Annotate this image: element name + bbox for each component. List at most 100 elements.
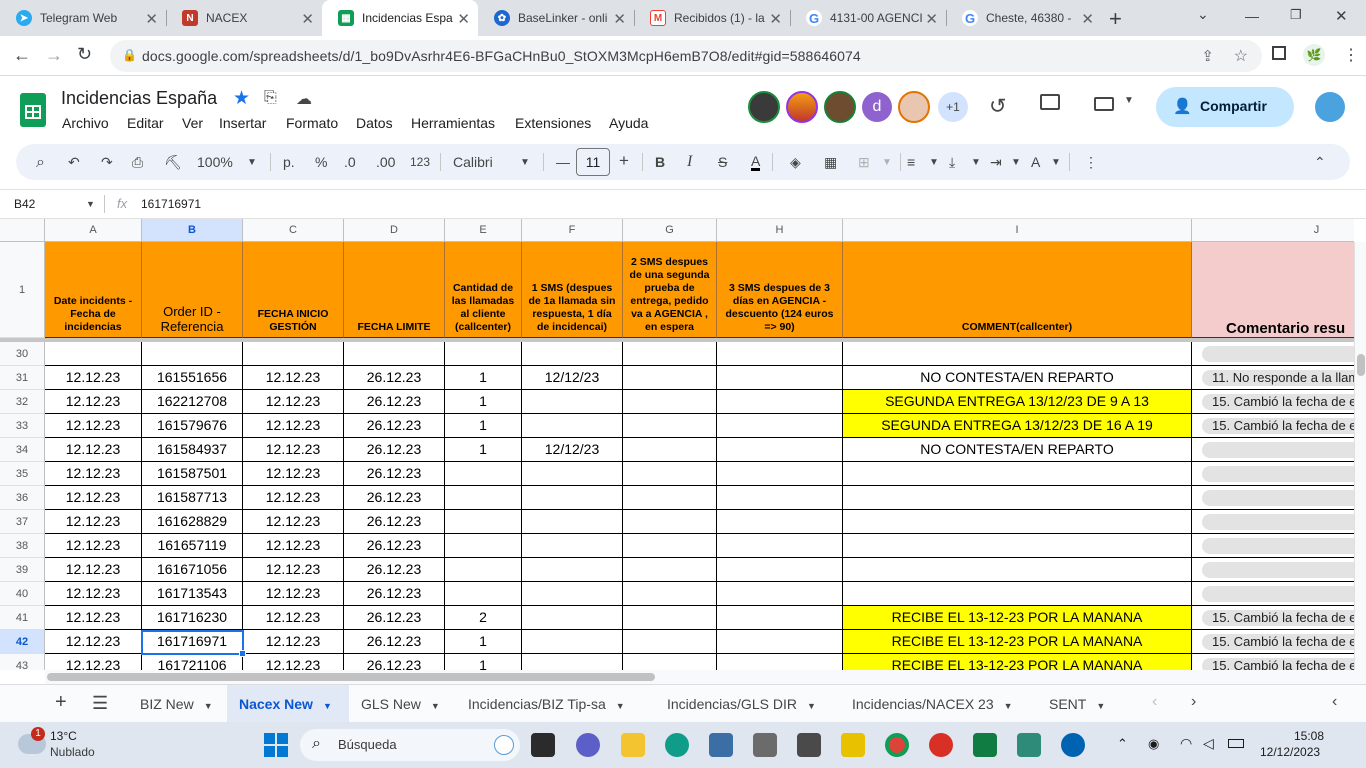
cell-e[interactable] [445, 582, 522, 606]
chevron-down-icon[interactable]: ▼ [431, 701, 440, 711]
status-dropdown-chip[interactable] [1202, 466, 1354, 482]
header-cell-sms-3[interactable]: 3 SMS despues de 3 días en AGENCIA - des… [717, 242, 843, 338]
text-color-button[interactable]: A [751, 154, 761, 171]
cell-c[interactable]: 12.12.23 [243, 654, 344, 670]
close-tab-icon[interactable]: ✕ [301, 10, 314, 28]
text-rotation-icon[interactable]: A [1031, 154, 1040, 170]
cell-f[interactable] [522, 606, 623, 630]
cell-h[interactable] [717, 486, 843, 510]
header-cell-sms-1[interactable]: 1 SMS (despues de 1a llamada sin respues… [522, 242, 623, 338]
borders-icon[interactable]: ▦ [824, 154, 837, 171]
sheet-tab-incidencias-gls[interactable]: Incidencias/GLS DIR ▼ [655, 685, 840, 723]
cell-e[interactable]: 1 [445, 414, 522, 438]
status-dropdown-chip[interactable]: 15. Cambió la fecha de e [1202, 418, 1354, 434]
version-history-icon[interactable]: ↺ [989, 94, 1007, 119]
row-header[interactable]: 36 [0, 486, 45, 510]
tray-chevron-icon[interactable]: ⌃ [1117, 736, 1128, 752]
cell-d[interactable]: 26.12.23 [344, 558, 445, 582]
cell-c[interactable]: 12.12.23 [243, 510, 344, 534]
cell-c[interactable]: 12.12.23 [243, 438, 344, 462]
cell-h[interactable] [717, 558, 843, 582]
status-dropdown-chip[interactable]: 11. No responde a la llam [1202, 370, 1354, 386]
cell-f[interactable]: 12/12/23 [522, 366, 623, 390]
volume-icon[interactable]: ◁ [1203, 735, 1214, 752]
row-header[interactable]: 30 [0, 342, 45, 366]
collapse-toolbar-icon[interactable]: ⌃ [1314, 154, 1326, 171]
cell-c[interactable]: 12.12.23 [243, 606, 344, 630]
chevron-down-icon[interactable]: ▼ [323, 701, 332, 711]
close-tab-icon[interactable]: ✕ [457, 10, 470, 28]
cell-i[interactable] [843, 510, 1192, 534]
camera-icon[interactable] [753, 733, 777, 757]
cell-b[interactable]: 161628829 [142, 510, 243, 534]
store-icon[interactable] [709, 733, 733, 757]
account-avatar[interactable] [1313, 90, 1347, 124]
scrollbar-thumb[interactable] [1357, 354, 1365, 376]
share-button[interactable]: 👤 Compartir [1156, 87, 1294, 127]
column-header-e[interactable]: E [445, 219, 522, 242]
minimize-icon[interactable]: — [1245, 8, 1259, 24]
cell-a[interactable]: 12.12.23 [45, 630, 142, 654]
cell-h[interactable] [717, 630, 843, 654]
cell-e[interactable]: 1 [445, 438, 522, 462]
menu-insertar[interactable]: Insertar [219, 115, 266, 131]
menu-extensiones[interactable]: Extensiones [515, 115, 591, 131]
merge-cells-icon[interactable]: ⊞ [858, 154, 870, 171]
cell-g[interactable] [623, 366, 717, 390]
cell-d[interactable]: 26.12.23 [344, 630, 445, 654]
cell-g[interactable] [623, 534, 717, 558]
cell-d[interactable]: 26.12.23 [344, 606, 445, 630]
header-cell-fecha-inicio[interactable]: FECHA INICIO GESTIÓN [243, 242, 344, 338]
edge-icon[interactable] [665, 733, 689, 757]
status-dropdown-chip[interactable]: 15. Cambió la fecha de e [1202, 394, 1354, 410]
collaborator-avatar[interactable] [824, 91, 856, 123]
cell-d[interactable]: 26.12.23 [344, 582, 445, 606]
vertical-align-icon[interactable]: ⤓ [949, 154, 955, 171]
status-dropdown-chip[interactable] [1202, 514, 1354, 530]
close-tab-icon[interactable]: ✕ [1081, 10, 1094, 28]
teams-icon[interactable] [576, 733, 600, 757]
select-all-corner[interactable] [0, 219, 45, 242]
file-explorer-icon[interactable] [621, 733, 645, 757]
sheet-tab-incidencias-biz[interactable]: Incidencias/BIZ Tip-sa ▼ [456, 685, 655, 723]
cell-a[interactable]: 12.12.23 [45, 390, 142, 414]
url-text[interactable]: docs.google.com/spreadsheets/d/1_bo9DvAs… [142, 48, 861, 64]
calculator-icon[interactable] [797, 733, 821, 757]
cell-i[interactable] [843, 534, 1192, 558]
cell-f[interactable] [522, 510, 623, 534]
cell-d[interactable]: 26.12.23 [344, 534, 445, 558]
cell-g[interactable] [623, 510, 717, 534]
share-page-icon[interactable]: ⇪ [1201, 47, 1214, 65]
sheet-tab-nacex-new[interactable]: Nacex New ▼ [227, 685, 349, 723]
phone-icon[interactable] [1061, 733, 1085, 757]
cell-b[interactable]: 161587713 [142, 486, 243, 510]
close-window-icon[interactable]: ✕ [1335, 7, 1348, 25]
browser-tab-nacex[interactable]: N NACEX ✕ [166, 0, 322, 36]
header-cell-comment[interactable]: COMMENT(callcenter) [843, 242, 1192, 338]
cell-b[interactable]: 161551656 [142, 366, 243, 390]
status-dropdown-chip[interactable] [1202, 586, 1354, 602]
header-cell-sms-2[interactable]: 2 SMS despues de una segunda prueba de e… [623, 242, 717, 338]
cell-i[interactable] [843, 462, 1192, 486]
cell-h[interactable] [717, 414, 843, 438]
task-view-icon[interactable] [531, 733, 555, 757]
cloud-status-icon[interactable]: ☁ [296, 89, 312, 109]
excel-icon[interactable] [973, 733, 997, 757]
cell-c[interactable] [243, 342, 344, 366]
sheet-tab-incidencias-nacex[interactable]: Incidencias/NACEX 23 ▼ [840, 685, 1037, 723]
fill-color-icon[interactable]: ◈ [790, 154, 801, 171]
back-icon[interactable]: ← [13, 45, 31, 66]
cell-h[interactable] [717, 582, 843, 606]
cell-g[interactable] [623, 486, 717, 510]
network-status-icon[interactable]: ◉ [1148, 736, 1159, 752]
cell-e[interactable] [445, 510, 522, 534]
weather-desc[interactable]: Nublado [50, 745, 95, 759]
cell-h[interactable] [717, 510, 843, 534]
column-header-b[interactable]: B [142, 219, 243, 242]
row-header[interactable]: 42 [0, 630, 45, 654]
browser-tab-baselinker[interactable]: ✿ BaseLinker - onli ✕ [478, 0, 634, 36]
chevron-down-icon[interactable]: ▼ [1124, 95, 1134, 106]
cell-f[interactable] [522, 654, 623, 670]
status-dropdown-chip[interactable] [1202, 562, 1354, 578]
cell-a[interactable]: 12.12.23 [45, 462, 142, 486]
